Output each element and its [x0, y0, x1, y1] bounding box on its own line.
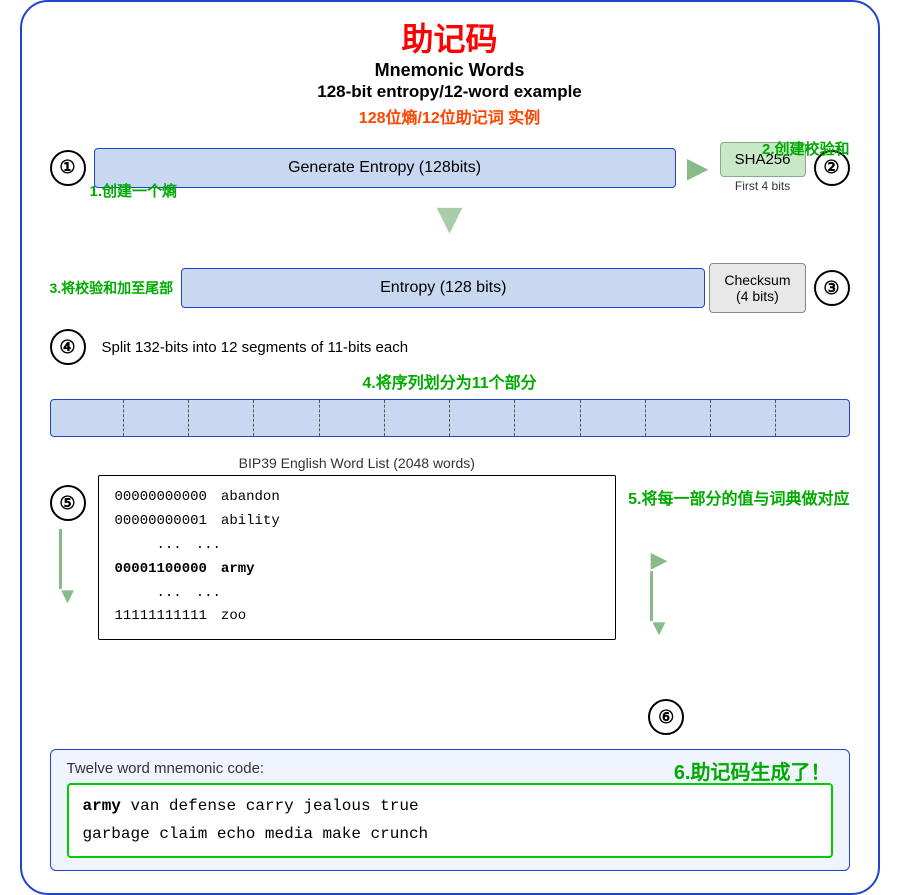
circle-4: ④	[50, 329, 86, 365]
mnemonic-box: army van defense carry jealous true garb…	[67, 783, 833, 857]
arrow-line-icon	[59, 529, 77, 589]
circle-1: ①	[50, 150, 86, 186]
bip39-table: 00000000000 abandon 00000000001 ability …	[98, 475, 617, 640]
checksum-box: Checksum (4 bits)	[709, 263, 805, 313]
arrow-right-icon: ▶	[676, 151, 720, 184]
step5-section: ⑤ ▼ BIP39 English Word List (2048 words)…	[50, 455, 850, 735]
bip39-row-2: 00000000001 ability	[115, 510, 600, 534]
subtitle-cn: 128位熵/12位助记词 实例	[50, 104, 850, 128]
bip39-word-1: abandon	[221, 486, 280, 510]
step5-right: 5.将每一部分的值与词典做对应 ▶ ▼ ⑥	[628, 455, 849, 735]
seg-cell-7	[450, 400, 515, 436]
seg-cell-6	[385, 400, 450, 436]
segment-bar	[50, 399, 850, 437]
bip39-bits-dots1: ...	[115, 534, 182, 558]
seg-cell-2	[124, 400, 189, 436]
step6-section: Twelve word mnemonic code: army van defe…	[50, 749, 850, 870]
big-arrow-down-icon: ▼	[428, 197, 472, 241]
bip39-word-army: army	[221, 558, 255, 582]
bip39-word-zoo: zoo	[221, 605, 246, 629]
step5-left: ⑤ ▼	[50, 455, 86, 607]
bip39-word-2: ability	[221, 510, 280, 534]
seg-cell-4	[254, 400, 319, 436]
arrow-right-down-wrap: ▶ ▼	[648, 549, 670, 639]
step3-label: 3.将校验和加至尾部	[50, 278, 174, 298]
seg-cell-8	[515, 400, 580, 436]
bip39-bits-army: 00001100000	[115, 558, 207, 582]
seg-cell-3	[189, 400, 254, 436]
arrow-line2-icon	[650, 571, 668, 621]
title-section: 助记码 Mnemonic Words 128-bit entropy/12-wo…	[50, 20, 850, 128]
circle-5: ⑤	[50, 485, 86, 521]
subtitle2: 128-bit entropy/12-word example	[50, 82, 850, 102]
seg-cell-10	[646, 400, 711, 436]
step4-row: ④ Split 132-bits into 12 segments of 11-…	[50, 329, 850, 365]
step6-label: 6.助记码生成了！	[674, 756, 831, 785]
bip39-bits-dots2: ...	[115, 582, 182, 606]
bip39-row-army: 00001100000 army	[115, 558, 600, 582]
step4-section: ④ Split 132-bits into 12 segments of 11-…	[50, 329, 850, 437]
bip39-row-dots1: ... ...	[115, 534, 600, 558]
step2-label: 2.创建校验和	[762, 138, 850, 159]
seg-cell-12	[776, 400, 840, 436]
bip39-row-1: 00000000000 abandon	[115, 486, 600, 510]
bip39-row-dots2: ... ...	[115, 582, 600, 606]
main-title: 助记码	[50, 20, 850, 58]
subtitle1: Mnemonic Words	[50, 60, 850, 81]
arrow-down2-green-icon: ▼	[648, 617, 670, 639]
bip39-word-dots2: ...	[196, 582, 221, 606]
bip39-bits-2: 00000000001	[115, 510, 207, 534]
seg-cell-9	[581, 400, 646, 436]
step1-label: 1.创建一个熵	[90, 180, 178, 201]
step1-row: ① Generate Entropy (128bits) ▶ SHA256 Fi…	[50, 142, 850, 193]
bip39-bits-zoo: 11111111111	[115, 605, 207, 629]
mnemonic-first-word: army	[83, 797, 121, 815]
arrow-right-green-icon: ▶	[651, 549, 668, 571]
arrow-down-green-wrap: ▼	[57, 529, 79, 607]
bip39-word-dots1: ...	[196, 534, 221, 558]
sha256-sub: First 4 bits	[720, 179, 806, 193]
segment-bar-inner	[59, 400, 841, 436]
step5-label-cn: 5.将每一部分的值与词典做对应	[628, 485, 849, 509]
bip39-table-wrap: BIP39 English Word List (2048 words) 000…	[98, 455, 617, 640]
entropy-box: Generate Entropy (128bits)	[94, 148, 676, 188]
seg-cell-1	[59, 400, 124, 436]
bip39-bits-1: 00000000000	[115, 486, 207, 510]
arrow-down-green-icon: ▼	[57, 585, 79, 607]
circle-3: ③	[814, 270, 850, 306]
seg-cell-11	[711, 400, 776, 436]
mnemonic-rest: van defense carry jealous true garbage c…	[83, 797, 429, 842]
seg-cell-5	[320, 400, 385, 436]
main-card: 助记码 Mnemonic Words 128-bit entropy/12-wo…	[20, 0, 880, 895]
arrow-down-wrap: ▼	[50, 197, 850, 241]
step3-row: 3.将校验和加至尾部 Entropy (128 bits) Checksum (…	[50, 263, 850, 313]
step4-label-cn: 4.将序列划分为11个部分	[50, 369, 850, 393]
step4-label: Split 132-bits into 12 segments of 11-bi…	[102, 339, 409, 356]
bip39-label: BIP39 English Word List (2048 words)	[98, 455, 617, 471]
bip39-row-zoo: 11111111111 zoo	[115, 605, 600, 629]
entropy128-box: Entropy (128 bits)	[181, 268, 705, 308]
circle-6: ⑥	[648, 699, 684, 735]
